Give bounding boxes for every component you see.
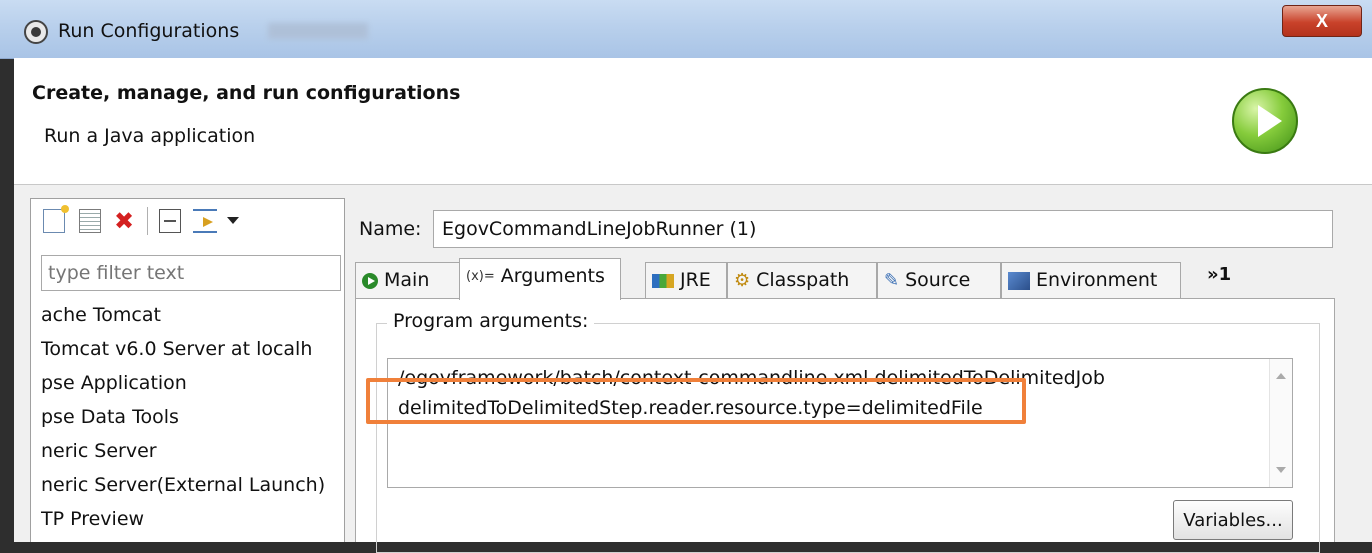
name-label: Name:	[359, 218, 422, 240]
tree-item[interactable]: neric Server	[41, 435, 341, 469]
run-configurations-icon	[24, 20, 48, 44]
window-titlebar: Run Configurations X	[0, 0, 1372, 59]
tree-item[interactable]: pse Data Tools	[41, 401, 341, 435]
dropdown-arrow-icon[interactable]	[227, 217, 239, 224]
collapse-all-icon[interactable]	[159, 209, 181, 233]
config-editor-pane: Name: Main (x)= Arguments JRE ⚙Classpath …	[344, 198, 1372, 553]
source-tab-icon: ✎	[884, 269, 900, 291]
header-title: Create, manage, and run configurations	[32, 82, 461, 104]
delete-icon[interactable]: ✖	[113, 209, 135, 233]
config-tabs: Main (x)= Arguments JRE ⚙ Classpath ✎ Sourc…	[355, 258, 1335, 300]
tab-overflow-button[interactable]: »1	[1207, 264, 1231, 285]
textarea-scrollbar[interactable]	[1269, 359, 1292, 487]
filter-input[interactable]	[41, 255, 341, 291]
header-subtitle: Run a Java application	[44, 125, 256, 147]
dialog-body: Create, manage, and run configurations R…	[14, 58, 1372, 553]
tab-label: Classpath	[756, 269, 850, 291]
highlight-annotation	[366, 378, 1026, 424]
filter-icon[interactable]	[193, 209, 217, 233]
tree-item[interactable]: neric Server(External Launch)	[41, 469, 341, 503]
duplicate-icon[interactable]	[79, 209, 101, 233]
tab-source[interactable]: ✎ Source	[877, 262, 1001, 298]
tree-item[interactable]: ache Tomcat	[41, 299, 341, 333]
config-list-pane: ✖ ache Tomcat Tomcat v6.0 Server at loca…	[30, 198, 346, 542]
tab-classpath[interactable]: ⚙ Classpath	[727, 262, 877, 298]
run-play-icon	[1232, 88, 1298, 154]
tab-label: Main	[384, 269, 430, 291]
tab-label: Environment	[1036, 269, 1158, 291]
main-tab-icon	[362, 272, 378, 289]
config-tree: ache Tomcat Tomcat v6.0 Server at localh…	[41, 299, 341, 537]
arguments-tab-icon: (x)=	[466, 268, 495, 284]
new-config-icon[interactable]	[43, 205, 69, 233]
tab-jre[interactable]: JRE	[645, 262, 727, 298]
config-toolbar: ✖	[41, 205, 331, 237]
classpath-tab-icon: ⚙	[734, 269, 751, 291]
blurred-title-suffix	[268, 23, 368, 39]
scroll-down-icon[interactable]	[1276, 467, 1286, 473]
tab-label: Source	[905, 269, 971, 291]
tree-item[interactable]: Tomcat v6.0 Server at localh	[41, 333, 341, 367]
window-title: Run Configurations	[58, 20, 240, 42]
close-button[interactable]: X	[1282, 5, 1362, 37]
toolbar-separator	[147, 207, 148, 235]
tab-environment[interactable]: Environment	[1001, 262, 1181, 298]
dialog-header: Create, manage, and run configurations R…	[14, 58, 1372, 185]
variables-button[interactable]: Variables...	[1173, 500, 1293, 540]
tree-item[interactable]: pse Application	[41, 367, 341, 401]
environment-tab-icon	[1008, 271, 1030, 290]
scroll-up-icon[interactable]	[1276, 373, 1286, 379]
name-field[interactable]	[433, 210, 1333, 248]
tab-arguments[interactable]: (x)= Arguments	[459, 258, 621, 300]
tab-main[interactable]: Main	[355, 262, 461, 298]
program-arguments-group: Program arguments: /egovframework/batch/…	[376, 310, 1320, 553]
program-arguments-label: Program arguments:	[387, 310, 595, 332]
jre-tab-icon	[652, 273, 674, 288]
tab-label: JRE	[680, 269, 711, 291]
tab-label: Arguments	[500, 265, 605, 287]
tree-item[interactable]: TP Preview	[41, 503, 341, 537]
